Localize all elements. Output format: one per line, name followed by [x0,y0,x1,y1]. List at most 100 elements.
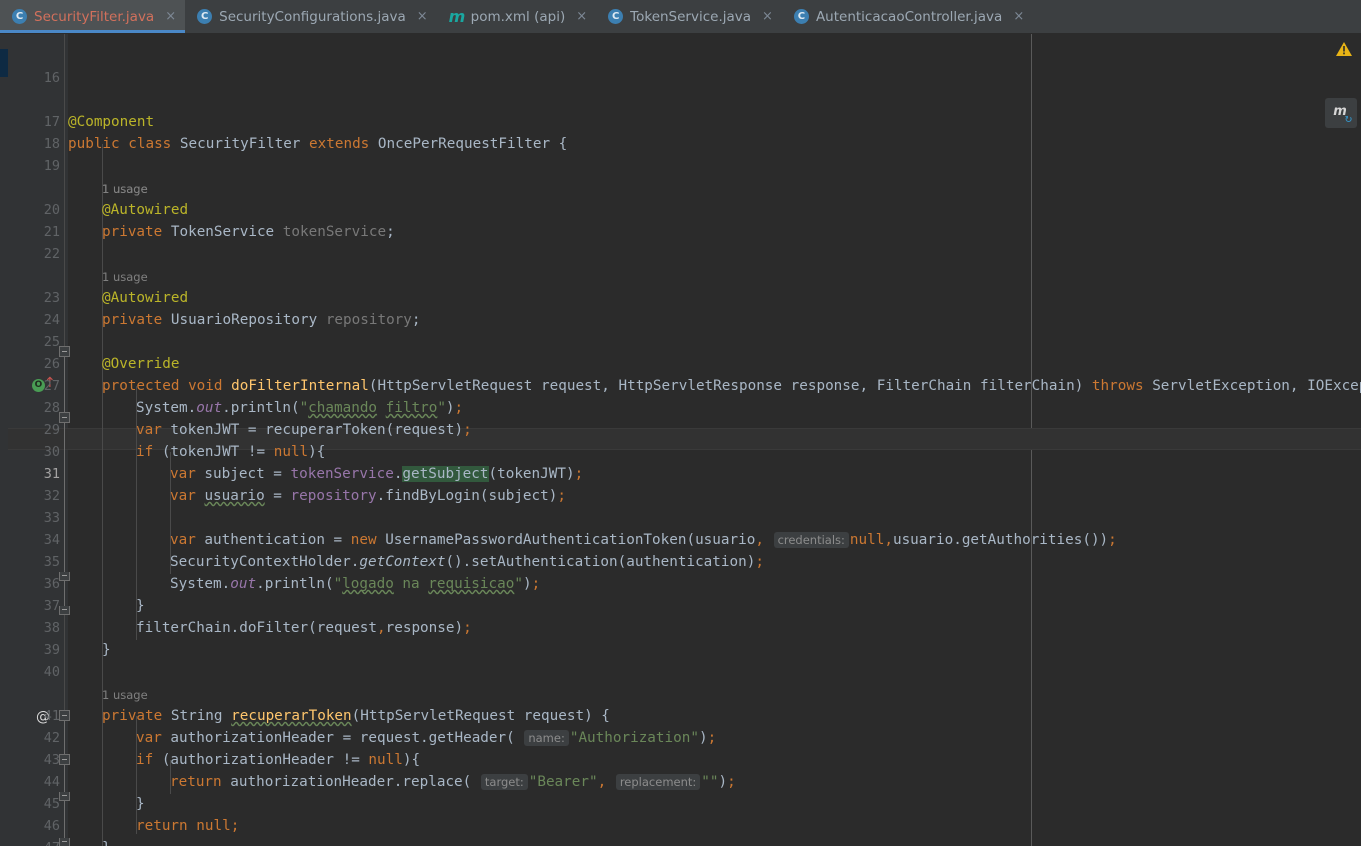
line-number: 37 [43,598,60,614]
code-text: @Override [102,356,180,372]
code-text: filterChain.doFilter(request,response); [136,620,472,636]
close-icon[interactable]: × [413,10,428,23]
maven-reload-button[interactable]: m ↻ [1325,98,1357,128]
tab-securityfilter-java[interactable]: C SecurityFilter.java × [0,0,186,33]
tab-tokenservice-java[interactable]: C TokenService.java × [596,0,782,33]
editor-tab-bar: C SecurityFilter.java × C SecurityConfig… [0,0,1361,34]
line-number: 47 [8,837,60,846]
code-line[interactable]: 26 @Override [0,353,1361,375]
code-line[interactable]: 35 SecurityContextHolder.getContext().se… [0,551,1361,573]
close-icon[interactable]: × [161,10,176,23]
java-class-icon: C [12,9,27,24]
java-class-icon: C [608,9,624,24]
code-line[interactable]: 32 var usuario = repository.findByLogin(… [0,485,1361,507]
line-number: 32 [43,488,60,504]
code-text: var authentication = new UsernamePasswor… [170,532,1117,548]
usage-hint[interactable]: 1 usage [102,179,148,199]
code-text: if (authorizationHeader != null){ [136,752,421,768]
inspection-warning-icon[interactable] [1335,41,1353,57]
tab-label: pom.xml (api) [470,8,566,25]
code-text: var authorizationHeader = request.getHea… [136,730,717,746]
tab-pom-xml-api[interactable]: m pom.xml (api) × [437,0,597,33]
tab-label: TokenService.java [630,8,752,25]
code-text: SecurityContextHolder.getContext().setAu… [170,554,764,570]
code-text: if (tokenJWT != null){ [136,444,326,460]
code-line[interactable]: 30 if (tokenJWT != null){ [0,441,1361,463]
line-number: 45 [43,796,60,812]
code-line[interactable]: 18 public class SecurityFilter extends O… [0,133,1361,155]
code-text: var subject = tokenService.getSubject(to… [170,466,584,482]
code-line[interactable]: 23 @Autowired [0,287,1361,309]
code-line[interactable]: 27 protected void doFilterInternal(HttpS… [0,375,1361,397]
code-line[interactable]: 39 } [0,639,1361,661]
line-number: 17 [43,114,60,130]
tab-securityconfigurations-java[interactable]: C SecurityConfigurations.java × [185,0,437,33]
line-number: 20 [43,202,60,218]
code-text: protected void doFilterInternal(HttpServ… [102,378,1361,394]
code-text: return authorizationHeader.replace( targ… [170,774,736,790]
parameter-hint: target: [480,774,528,790]
code-line[interactable]: 29 var tokenJWT = recuperarToken(request… [0,419,1361,441]
parameter-hint: replacement: [615,774,701,790]
code-line[interactable]: 42 var authorizationHeader = request.get… [0,727,1361,749]
line-number: 44 [43,774,60,790]
code-line[interactable]: 45 } [0,793,1361,815]
code-line[interactable]: 38 filterChain.doFilter(request,response… [0,617,1361,639]
code-text: } [136,598,145,614]
code-line[interactable]: 36 System.out.println("logado na requisi… [0,573,1361,595]
code-line[interactable]: 43 if (authorizationHeader != null){ [0,749,1361,771]
code-line[interactable]: 31 var subject = tokenService.getSubject… [0,463,1361,485]
code-line[interactable]: 21 private TokenService tokenService; [0,221,1361,243]
line-number: 39 [43,642,60,658]
close-icon[interactable]: × [572,10,587,23]
code-line[interactable]: 28 System.out.println("chamando filtro")… [0,397,1361,419]
reload-icon: ↻ [1344,111,1352,125]
usage-hint[interactable]: 1 usage [102,685,148,705]
line-number: 46 [43,818,60,834]
code-text: private TokenService tokenService; [102,224,395,240]
line-number: 27 [43,378,60,394]
code-line[interactable]: 44 return authorizationHeader.replace( t… [0,771,1361,793]
line-number: 19 [43,158,60,174]
line-number: 16 [43,70,60,86]
code-editor[interactable]: O ↑ @ 16 1 usage 17 @Component 18 public… [0,34,1361,846]
code-line[interactable]: 37 } [0,595,1361,617]
code-line[interactable]: 25 [0,331,1361,353]
tab-label: SecurityConfigurations.java [219,8,406,25]
line-number: 40 [43,664,60,680]
line-number: 38 [43,620,60,636]
maven-icon: m [448,7,466,26]
code-line[interactable]: 46 return null; [0,815,1361,837]
line-number: 26 [43,356,60,372]
code-line[interactable]: 19 [0,155,1361,177]
line-number: 29 [43,422,60,438]
close-icon[interactable]: × [1009,10,1024,23]
code-text: } [102,642,111,658]
line-number: 24 [43,312,60,328]
code-line[interactable]: 24 private UsuarioRepository repository; [0,309,1361,331]
line-number: 41 [43,708,60,724]
code-line[interactable]: 16 [0,67,1361,89]
line-number: 43 [43,752,60,768]
line-number: 25 [43,334,60,350]
usage-hint[interactable]: 1 usage [102,267,148,287]
java-class-icon: C [197,9,213,24]
line-number: 22 [43,246,60,262]
code-line[interactable]: 22 [0,243,1361,265]
code-line[interactable]: 33 [0,507,1361,529]
code-line[interactable]: 41 private String recuperarToken(HttpSer… [0,705,1361,727]
code-line[interactable]: 34 var authentication = new UsernamePass… [0,529,1361,551]
close-icon[interactable]: × [758,10,773,23]
line-number: 21 [43,224,60,240]
tab-label: SecurityFilter.java [34,8,155,25]
code-line[interactable]: 20 @Autowired [0,199,1361,221]
line-number: 23 [43,290,60,306]
code-line[interactable]: 17 @Component [0,111,1361,133]
code-line[interactable]: 40 [0,661,1361,683]
code-text: public class SecurityFilter extends Once… [68,136,568,152]
code-line[interactable]: 47 } [0,837,1361,846]
line-number: 28 [43,400,60,416]
tab-autenticacaocontroller-java[interactable]: C AutenticacaoController.java × [782,0,1033,33]
tab-label: AutenticacaoController.java [815,8,1003,25]
code-text: @Component [68,114,155,130]
